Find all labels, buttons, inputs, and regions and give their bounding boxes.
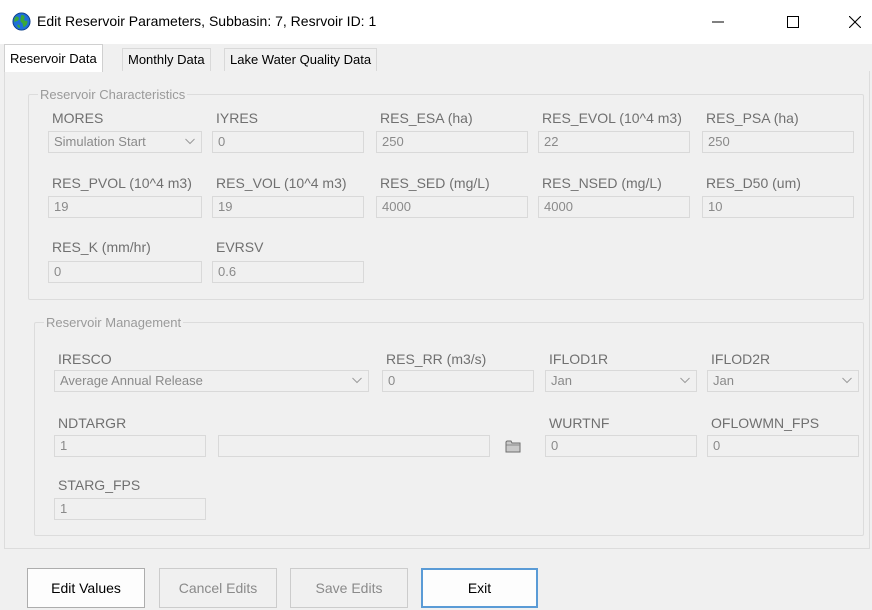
exit-button[interactable]: Exit [421,568,538,608]
res-vol-label: RES_VOL (10^4 m3) [216,175,347,191]
save-edits-button[interactable]: Save Edits [290,568,408,608]
browse-file-button[interactable] [502,435,524,457]
ndtargr-field[interactable]: 1 [54,435,206,457]
close-icon [849,16,861,28]
cancel-edits-button[interactable]: Cancel Edits [159,568,277,608]
iflod1r-select[interactable]: Jan [545,370,697,392]
edit-values-button[interactable]: Edit Values [27,568,145,608]
iflod2r-label: IFLOD2R [711,351,771,367]
globe-icon [12,12,31,31]
iflod2r-value: Jan [713,373,734,388]
chevron-down-icon [680,377,690,384]
starg-fps-field[interactable]: 1 [54,498,206,520]
res-sed-field[interactable]: 4000 [376,196,528,218]
iresco-select[interactable]: Average Annual Release [54,370,369,392]
window-title: Edit Reservoir Parameters, Subbasin: 7, … [37,13,377,29]
group-legend: Reservoir Characteristics [38,87,188,102]
res-k-field[interactable]: 0 [48,261,202,283]
res-d50-field[interactable]: 10 [702,196,854,218]
mores-label: MORES [52,110,104,126]
chevron-down-icon [842,377,852,384]
res-vol-field[interactable]: 19 [212,196,364,218]
res-nsed-label: RES_NSED (mg/L) [542,175,662,191]
res-evol-field[interactable]: 22 [538,131,690,153]
title-bar: Edit Reservoir Parameters, Subbasin: 7, … [0,0,872,44]
evrsv-field[interactable]: 0.6 [212,261,364,283]
ndtargr-label: NDTARGR [58,415,127,431]
oflowmn-fps-field[interactable]: 0 [707,435,859,457]
minimize-icon [712,21,724,23]
res-psa-label: RES_PSA (ha) [706,110,799,126]
close-button[interactable] [832,0,872,44]
chevron-down-icon [352,377,362,384]
wurtnf-field[interactable]: 0 [545,435,697,457]
res-esa-label: RES_ESA (ha) [380,110,473,126]
folder-icon [505,440,521,453]
oflowmn-fps-label: OFLOWMN_FPS [711,415,820,431]
res-esa-field[interactable]: 250 [376,131,528,153]
res-rr-label: RES_RR (m3/s) [386,351,487,367]
res-rr-field[interactable]: 0 [382,370,534,392]
iflod2r-select[interactable]: Jan [707,370,859,392]
res-d50-label: RES_D50 (um) [706,175,801,191]
res-nsed-field[interactable]: 4000 [538,196,690,218]
ndtargr-file-field[interactable] [218,435,490,457]
starg-fps-label: STARG_FPS [58,477,141,493]
res-psa-field[interactable]: 250 [702,131,854,153]
tab-reservoir-data[interactable]: Reservoir Data [4,44,103,72]
iresco-value: Average Annual Release [60,373,203,388]
wurtnf-label: WURTNF [549,415,610,431]
iflod1r-label: IFLOD1R [549,351,609,367]
mores-select[interactable]: Simulation Start [48,131,202,153]
res-pvol-label: RES_PVOL (10^4 m3) [52,175,192,191]
minimize-button[interactable] [695,0,741,44]
divider [4,548,870,549]
res-k-label: RES_K (mm/hr) [52,239,151,255]
res-pvol-field[interactable]: 19 [48,196,202,218]
iyres-field[interactable]: 0 [212,131,364,153]
iyres-label: IYRES [216,110,259,126]
chevron-down-icon [185,138,195,145]
tab-monthly-data[interactable]: Monthly Data [122,48,211,71]
evrsv-label: EVRSV [216,239,264,255]
maximize-button[interactable] [770,0,816,44]
mores-value: Simulation Start [54,134,146,149]
res-sed-label: RES_SED (mg/L) [380,175,490,191]
iresco-label: IRESCO [58,351,112,367]
res-evol-label: RES_EVOL (10^4 m3) [542,110,682,126]
iflod1r-value: Jan [551,373,572,388]
tab-lake-water-quality-data[interactable]: Lake Water Quality Data [224,48,378,71]
maximize-icon [787,16,799,28]
group-legend: Reservoir Management [44,315,184,330]
